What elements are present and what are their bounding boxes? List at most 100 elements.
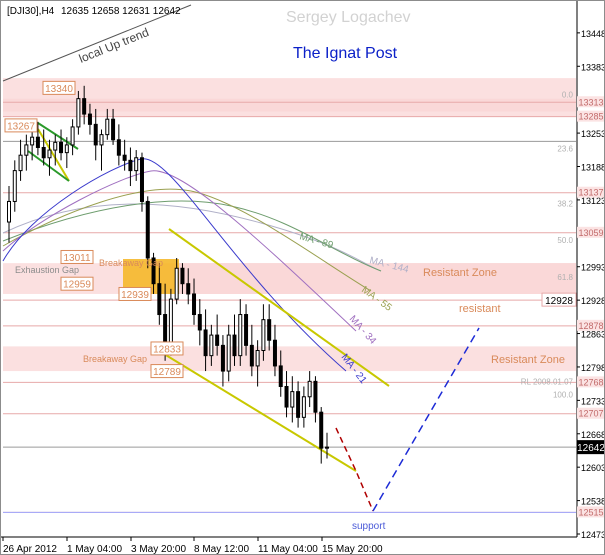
candle-body: [47, 149, 52, 159]
candle-body: [53, 141, 58, 151]
candle-body: [307, 380, 312, 398]
resistant-zone-label: Resistant Zone: [423, 267, 497, 279]
symbol-label: [DJI30],H4: [7, 6, 55, 17]
y-tick-label: 12668: [581, 430, 604, 440]
candle-body: [249, 344, 254, 367]
candle-body: [296, 391, 301, 418]
candle-body: [111, 118, 116, 141]
level-label: 12833: [153, 344, 181, 355]
candle-body: [192, 293, 197, 316]
exhaustion-gap-label: Exhaustion Gap: [15, 265, 79, 275]
level-label: 12789: [153, 367, 181, 378]
price-label: 13137: [578, 188, 603, 198]
current-price-label: 12642: [577, 443, 604, 454]
price-label: 12707: [578, 409, 603, 419]
fibonacci-label: 100.0: [553, 390, 574, 399]
x-tick-label: 11 May 04:00: [258, 544, 318, 554]
level-label: 12959: [63, 280, 91, 291]
x-tick-label: 1 May 04:00: [67, 544, 122, 554]
candle-body: [301, 396, 306, 418]
candle-body: [261, 319, 266, 352]
candle-body: [30, 136, 35, 146]
y-tick-label: 12798: [581, 363, 604, 373]
candle-body: [18, 154, 23, 172]
price-label: 12878: [578, 321, 603, 331]
chart-title: The Ignat Post: [293, 45, 398, 62]
candle-body: [272, 339, 277, 367]
candle-body: [180, 267, 185, 285]
candle-body: [64, 144, 69, 154]
y-tick-label: 12733: [581, 396, 604, 406]
candle-body: [238, 314, 243, 357]
candle-body: [12, 170, 17, 202]
fibonacci-label: 61.8: [557, 273, 573, 282]
candle-body: [87, 113, 92, 125]
y-tick-label: 13383: [581, 62, 604, 72]
fibonacci-label: 0.0: [562, 91, 574, 100]
y-tick-label: 12603: [581, 463, 604, 473]
fibonacci-label: 50.0: [557, 236, 573, 245]
resistance-zone: [3, 78, 576, 112]
candle-body: [76, 98, 81, 128]
price-label: 13313: [578, 97, 603, 107]
candle-body: [139, 157, 144, 202]
candle-body: [174, 267, 179, 300]
candle-body: [215, 334, 220, 346]
y-tick-label: 13188: [581, 163, 604, 173]
candle-body: [209, 334, 214, 357]
candle-body: [197, 314, 202, 331]
candle-body: [203, 329, 208, 357]
candle-body: [134, 157, 139, 172]
candle-body: [105, 118, 110, 136]
candle-body: [163, 314, 168, 346]
candle-body: [59, 141, 64, 154]
candle-body: [267, 319, 272, 341]
x-tick-label: 3 May 20:00: [131, 544, 186, 554]
candle-body: [186, 283, 191, 295]
candle-body: [313, 380, 318, 413]
y-tick-label: 12928: [581, 296, 604, 306]
candle-body: [290, 391, 295, 408]
y-tick-label: 12993: [581, 263, 604, 273]
x-tick-label: 8 May 12:00: [194, 544, 249, 554]
candle-body: [319, 411, 324, 449]
candle-body: [325, 446, 329, 449]
fibonacci-label: 38.2: [557, 200, 573, 209]
candle-body: [7, 200, 11, 223]
candle-body: [220, 344, 225, 372]
candle-body: [93, 123, 98, 146]
candle-body: [157, 283, 162, 316]
candle-body: [41, 146, 46, 159]
price-label: 12515: [578, 507, 603, 517]
price-label: 12768: [578, 377, 603, 387]
price-label: 13059: [578, 228, 603, 238]
price-label: 12928: [545, 296, 573, 307]
level-label: 13011: [63, 253, 91, 264]
level-label: 13267: [7, 121, 35, 132]
level-label: 13340: [45, 84, 73, 95]
fibonacci-label: RL 2008.01.07: [521, 377, 574, 386]
ohlc-readout: 12635 12658 12631 12642: [61, 6, 181, 17]
candle-body: [255, 350, 260, 367]
candle-body: [24, 144, 29, 156]
support-label: support: [352, 521, 386, 532]
candle-body: [226, 334, 231, 372]
candle-body: [122, 154, 127, 161]
y-tick-label: 12863: [581, 330, 604, 340]
level-label: 12939: [121, 290, 149, 301]
candle-body: [128, 159, 133, 172]
y-tick-label: 13448: [581, 29, 604, 39]
resistant-zone-label: Resistant Zone: [491, 354, 565, 366]
candle-body: [145, 200, 150, 259]
candle-body: [99, 134, 104, 146]
resistant-label: resistant: [459, 303, 501, 315]
breakaway-gap-label: Breakaway Gap: [99, 258, 163, 268]
candle-body: [284, 385, 289, 408]
watermark: Sergey Logachev: [286, 9, 411, 26]
candle-body: [278, 365, 283, 387]
y-tick-label: 12538: [581, 497, 604, 507]
candle-body: [35, 136, 40, 148]
candle-body: [116, 139, 121, 156]
candle-body: [232, 334, 237, 357]
x-tick-label: 15 May 20:00: [322, 544, 383, 554]
